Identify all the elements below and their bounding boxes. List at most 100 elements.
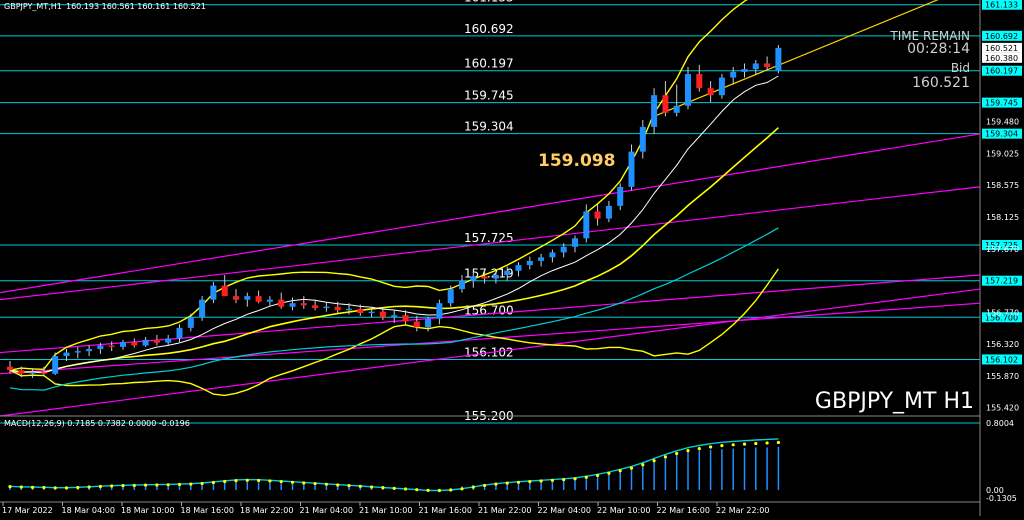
time-remain-value: 00:28:14 [907,41,970,57]
price-chart[interactable]: 161.133160.692160.197159.745159.304157.7… [0,0,1024,516]
macd-signal-dot [64,486,69,490]
moving-average-fast [9,75,779,374]
candle-bear [108,345,115,347]
x-tick-label: 21 Mar 16:00 [419,506,472,515]
channel-line [0,186,981,301]
symbol-timeframe-label: GBPJPY_MT,H1 [4,2,62,11]
level-price-tag-text: 157.219 [985,277,1018,286]
candle-bear [278,299,285,307]
candle-bull [266,299,273,302]
macd-signal-dot [257,478,261,483]
candle-bull [560,246,567,253]
current-price-tag-text: 160.380 [985,54,1018,63]
candle-bull [752,63,759,70]
candle-bull [538,257,545,261]
candle-bull [425,318,432,328]
macd-signal-dot [641,463,645,467]
level-label: 161.133 [464,0,514,5]
level-price-tag-text: 156.102 [985,355,1018,364]
x-tick-label: 18 Mar 22:00 [240,506,293,515]
candle-bear [131,341,138,346]
candle-bull [628,151,635,187]
candle-bear [764,63,771,67]
macd-signal-dot [754,441,758,446]
candle-bull [29,372,36,374]
x-tick-label: 18 Mar 10:00 [121,506,174,515]
macd-signal-dot [550,478,555,482]
candle-bull [549,252,556,258]
chart-window[interactable]: 161.133160.692160.197159.745159.304157.7… [0,0,1024,516]
candle-bull [572,238,578,247]
x-tick-label: 22 Mar 04:00 [538,506,591,515]
highlight-price-label: 159.098 [538,151,615,171]
macd-signal-dot [98,484,102,489]
candle-bull [685,74,691,106]
macd-signal-dot [629,466,634,470]
macd-axis-bottom: -0.1305 [986,494,1017,503]
candle-bull [187,317,194,328]
candle-bull [470,276,477,281]
candle-bull [583,211,590,239]
candle-bear [696,74,703,89]
macd-signal-dot [471,485,475,489]
candle-bear [255,296,262,302]
macd-signal-dot [776,440,781,445]
level-label: 159.304 [464,120,514,134]
y-tick-label: 155.420 [986,404,1019,413]
macd-signal-dot [415,488,419,492]
level-label: 159.745 [464,89,514,103]
candle-bull [436,303,443,319]
macd-line [9,438,779,492]
macd-label: MACD(12,26,9) 0.7185 0.7382 0.0000 -0.01… [4,419,190,428]
y-tick-label: 155.870 [986,372,1019,381]
y-tick-label: 156.320 [986,340,1019,349]
candle-bull [199,299,206,318]
macd-signal-dot [516,480,521,484]
y-tick-label: 159.025 [986,149,1019,158]
candle-bear [7,366,13,371]
macd-signal-dot [19,485,23,489]
candle-bear [334,306,341,311]
level-price-tag-text: 160.692 [985,32,1018,41]
x-tick-label: 18 Mar 04:00 [62,506,115,515]
macd-signal-dot [121,484,125,488]
x-tick-label: 22 Mar 22:00 [716,506,769,515]
macd-signal-dot [686,449,690,453]
candle-bull [52,356,59,374]
macd-signal-dot [742,442,747,446]
x-tick-label: 21 Mar 22:00 [478,506,531,515]
macd-signal-dot [358,484,362,488]
macd-signal-dot [223,479,227,484]
candle-bull [210,285,217,300]
candle-bear [312,305,319,309]
candle-bull [492,274,499,279]
candle-bear [481,276,488,279]
candle-bear [233,296,239,300]
macd-signal-dot [76,485,80,490]
x-tick-label: 18 Mar 16:00 [181,506,234,515]
candle-bull [368,311,375,314]
candle-bear [153,339,160,343]
symbol-watermark: GBPJPY_MT H1 [815,389,974,414]
candle-bull [651,95,658,127]
y-tick-label: 157.670 [986,245,1019,254]
candle-bull [504,270,511,275]
macd-signal-dot [381,486,385,490]
macd-signal-dot [449,488,453,492]
macd-signal-dot [347,484,351,488]
moving-average-slow [9,227,779,391]
macd-signal-dot [607,471,611,475]
candle-bull [718,77,725,96]
macd-signal-dot [539,479,543,483]
macd-signal-dot [336,483,340,487]
candle-bull [244,296,251,300]
macd-signal-dot [290,480,295,484]
macd-signal-dot [144,483,148,487]
candle-bull [741,69,748,72]
macd-signal-dot [200,481,204,486]
candle-bull [673,105,680,113]
candle-bull [526,260,533,266]
macd-signal-dot [30,485,35,489]
x-tick-label: 22 Mar 16:00 [657,506,710,515]
candle-bull [617,186,624,206]
